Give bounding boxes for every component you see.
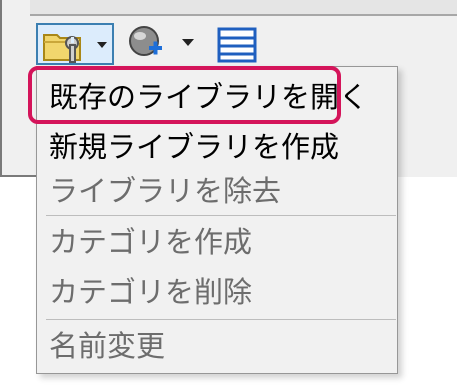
menu-item-remove-library[interactable]: ライブラリを除去 (49, 173, 281, 209)
menu-separator (46, 215, 396, 216)
frame-border (0, 0, 2, 177)
menu-item-rename[interactable]: 名前変更 (49, 328, 165, 364)
menu-item-create-new-library[interactable]: 新規ライブラリを作成 (49, 129, 339, 165)
library-menu-button[interactable] (36, 23, 114, 65)
top-panel (30, 0, 457, 16)
dropdown-arrow-icon (182, 39, 194, 46)
globe-add-button[interactable] (125, 24, 205, 64)
dropdown-arrow-icon (97, 42, 107, 48)
folder-wrench-icon (43, 34, 81, 63)
menu-item-create-category[interactable]: カテゴリを作成 (49, 224, 252, 260)
highlight-box (28, 66, 341, 124)
list-view-button[interactable] (217, 27, 261, 63)
globe-add-icon (129, 26, 194, 56)
list-view-icon (217, 27, 257, 63)
menu-separator (46, 319, 396, 320)
menu-item-delete-category[interactable]: カテゴリを削除 (49, 274, 252, 310)
